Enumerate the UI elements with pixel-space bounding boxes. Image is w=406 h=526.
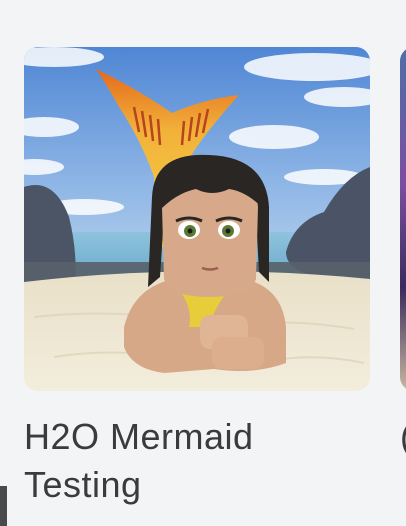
- next-experience-title[interactable]: (: [400, 413, 406, 461]
- experience-title[interactable]: H2O Mermaid Testing: [24, 413, 370, 509]
- experience-thumbnail[interactable]: [24, 47, 370, 391]
- game-list-page: H2O Mermaid Testing (: [0, 0, 406, 526]
- next-experience-card[interactable]: (: [400, 47, 406, 517]
- scroll-handle[interactable]: [0, 486, 7, 526]
- mermaid-avatar-thumbnail: [24, 47, 370, 391]
- next-experience-thumbnail[interactable]: [400, 47, 406, 391]
- experience-card[interactable]: H2O Mermaid Testing: [24, 47, 370, 517]
